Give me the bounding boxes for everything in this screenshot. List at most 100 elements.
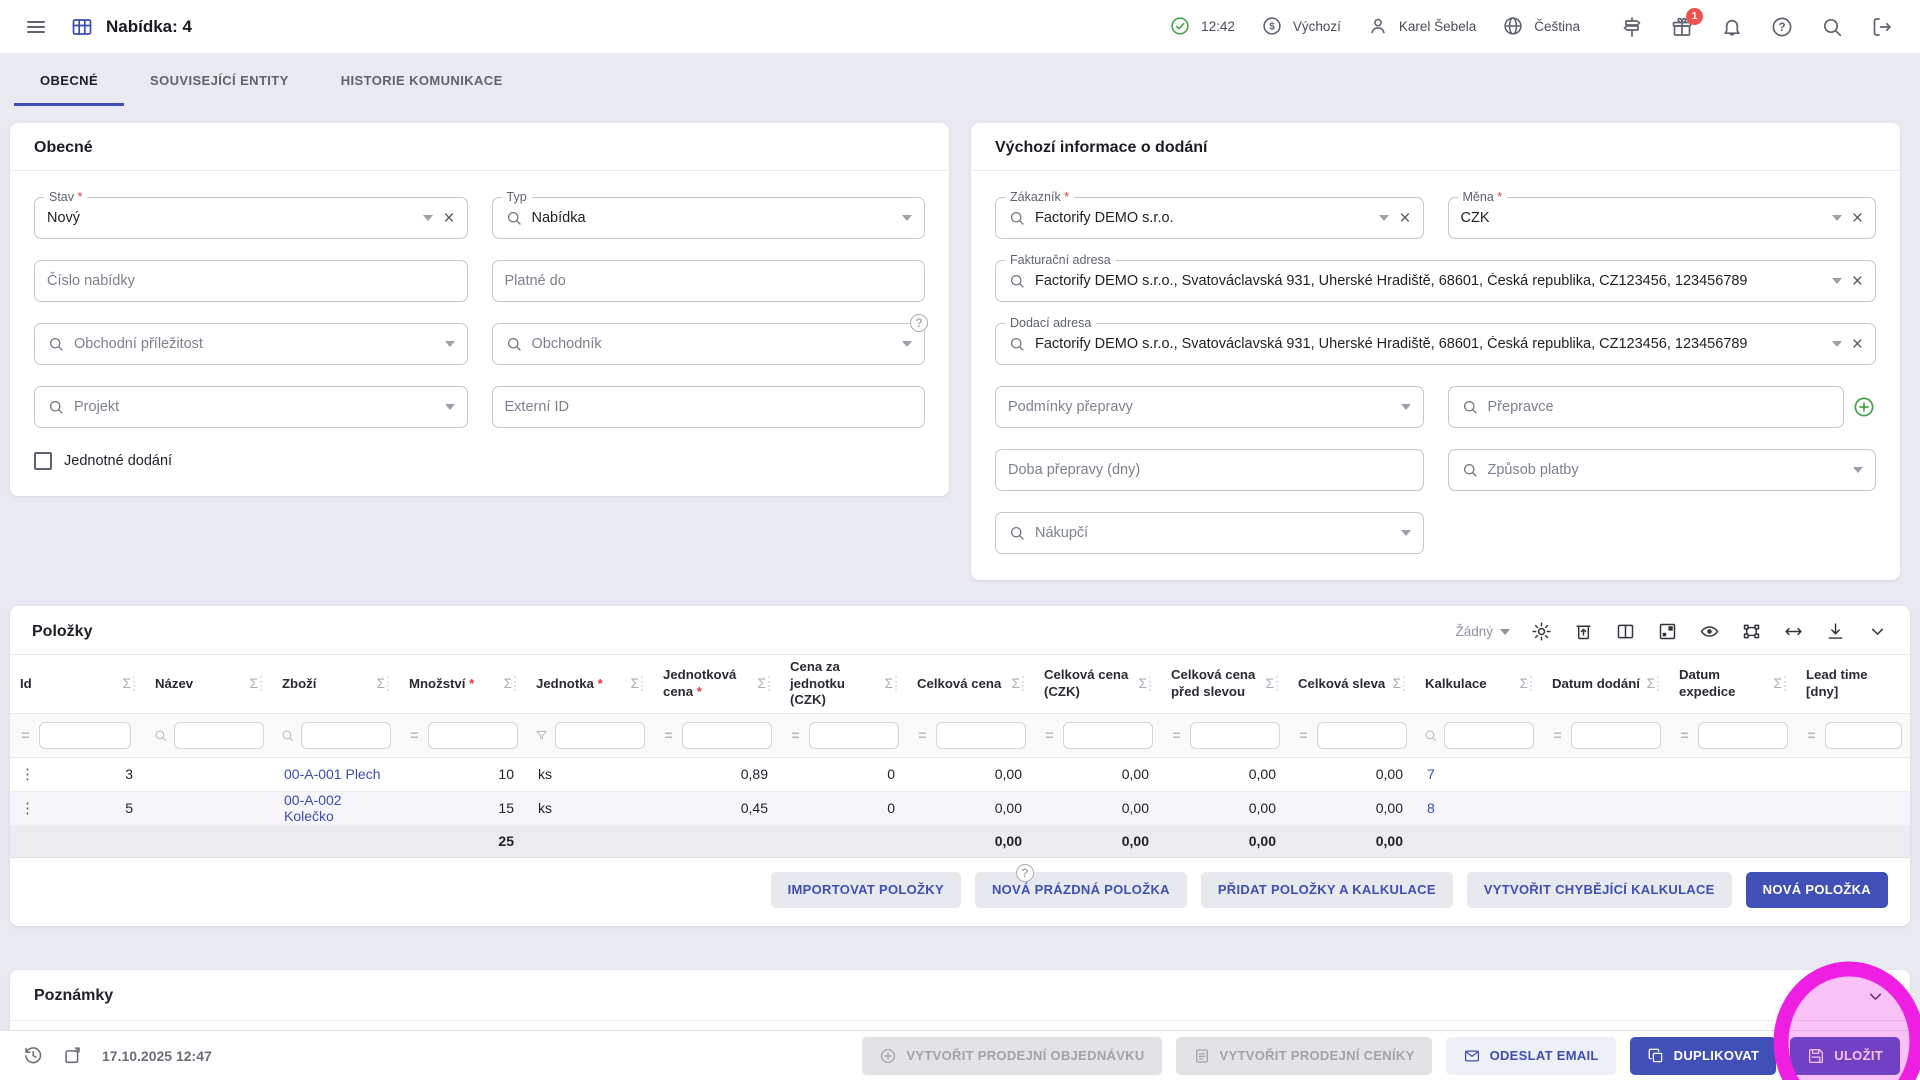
user-menu[interactable]: Karel Šebela — [1367, 15, 1476, 39]
sum-sigma-icon[interactable]: Σ — [1264, 676, 1278, 692]
chevron-down-icon[interactable] — [1379, 215, 1390, 221]
sum-sigma-icon[interactable]: Σ — [375, 676, 389, 692]
help-icon[interactable]: ? — [910, 314, 928, 332]
valid-until-field[interactable]: Platné do — [491, 260, 925, 302]
single-delivery-checkbox[interactable] — [34, 452, 52, 470]
tab-souvisejici-entity[interactable]: SOUVISEJÍCÍ ENTITY — [124, 54, 315, 106]
guidepost-icon[interactable] — [1620, 15, 1644, 39]
filter-input-celkova-cena[interactable] — [936, 721, 1026, 749]
chevron-down-icon[interactable] — [1831, 278, 1842, 284]
tab-historie-komunikace[interactable]: HISTORIE KOMUNIKACE — [315, 54, 529, 106]
clear-icon[interactable]: × — [1852, 272, 1863, 291]
create-sales-pricelists-button[interactable]: VYTVOŘIT PRODEJNÍ CENÍKY — [1175, 1036, 1432, 1075]
filter-input-datum-dodani[interactable] — [1571, 721, 1661, 749]
notifications-bell-icon[interactable] — [1720, 15, 1744, 39]
language-selector[interactable]: Čeština — [1502, 15, 1580, 39]
project-field[interactable]: Projekt — [34, 386, 468, 428]
transport-days-field[interactable]: Doba přepravy (dny) — [995, 449, 1424, 491]
sum-sigma-icon[interactable]: Σ — [502, 676, 516, 692]
clear-icon[interactable]: × — [1852, 209, 1863, 228]
fit-width-icon[interactable] — [1783, 621, 1804, 642]
filter-input-celkova-sleva[interactable] — [1317, 721, 1407, 749]
sync-status[interactable]: 12:42 — [1169, 15, 1235, 39]
duplicate-button[interactable]: DUPLIKOVAT — [1629, 1036, 1777, 1075]
filter-input-mnozstvi[interactable] — [428, 721, 518, 749]
row-menu-icon[interactable]: ⋮ — [20, 765, 35, 783]
chevron-down-icon[interactable] — [1400, 404, 1411, 410]
sum-sigma-icon[interactable]: Σ — [1518, 676, 1532, 692]
restore-window-icon[interactable] — [62, 1044, 86, 1068]
product-link[interactable]: 00-A-002 Kolečko — [284, 792, 342, 824]
chevron-down-icon[interactable] — [444, 404, 455, 410]
sum-sigma-icon[interactable]: Σ — [1137, 676, 1151, 692]
calculation-link[interactable]: 7 — [1427, 766, 1435, 782]
layout-contrast-icon[interactable] — [1657, 621, 1678, 642]
sum-sigma-icon[interactable]: Σ — [1391, 676, 1405, 692]
archive-restore-icon[interactable] — [1573, 621, 1594, 642]
shipping-address-field[interactable]: Dodací adresa Factorify DEMO s.r.o., Sva… — [995, 316, 1876, 365]
filter-input-lead-time[interactable] — [1825, 721, 1902, 749]
type-field[interactable]: Typ Nabídka — [491, 190, 925, 239]
chevron-down-icon[interactable] — [444, 341, 455, 347]
select-region-icon[interactable] — [1741, 621, 1762, 642]
add-carrier-icon[interactable] — [1852, 395, 1876, 419]
pricelist-selector[interactable]: $ Výchozí — [1261, 15, 1341, 39]
create-sales-order-button[interactable]: VYTVOŘIT PRODEJNÍ OBJEDNÁVKU — [862, 1036, 1162, 1075]
calculation-link[interactable]: 8 — [1427, 800, 1435, 816]
opportunity-field[interactable]: Obchodní příležitost — [34, 323, 468, 365]
chevron-down-icon[interactable] — [1831, 215, 1842, 221]
tab-obecne[interactable]: OBECNÉ — [14, 54, 125, 106]
filter-input-nazev[interactable] — [174, 721, 264, 749]
customer-field[interactable]: Zákazník * Factorify DEMO s.r.o. × — [995, 190, 1424, 239]
filter-input-datum-expedice[interactable] — [1698, 721, 1788, 749]
sum-sigma-icon[interactable]: Σ — [1010, 676, 1024, 692]
chevron-down-icon[interactable] — [423, 215, 434, 221]
sum-sigma-icon[interactable]: Σ — [756, 676, 770, 692]
send-email-button[interactable]: ODESLAT EMAIL — [1445, 1036, 1616, 1075]
collapse-chevron-icon[interactable] — [1865, 986, 1886, 1007]
sum-sigma-icon[interactable]: Σ — [629, 676, 643, 692]
save-button[interactable]: ULOŽIT — [1790, 1036, 1900, 1075]
filter-input-zbozi[interactable] — [301, 721, 391, 749]
buyer-field[interactable]: Nákupčí — [995, 512, 1424, 554]
filter-input-kalkulace[interactable] — [1444, 721, 1534, 749]
new-item-button[interactable]: NOVÁ POLOŽKA — [1745, 871, 1888, 908]
filter-input-id[interactable] — [39, 721, 131, 749]
split-columns-icon[interactable] — [1615, 621, 1636, 642]
filter-input-cena-za-jednotku[interactable] — [809, 721, 899, 749]
sum-sigma-icon[interactable]: Σ — [883, 676, 897, 692]
status-field[interactable]: Stav * Nový × — [34, 190, 468, 239]
filter-input-pred-slevou[interactable] — [1190, 721, 1280, 749]
clear-icon[interactable]: × — [1852, 335, 1863, 354]
chevron-down-icon[interactable] — [902, 215, 912, 221]
billing-address-field[interactable]: Fakturační adresa Factorify DEMO s.r.o.,… — [995, 253, 1876, 302]
gift-icon[interactable]: 1 — [1670, 7, 1703, 39]
sum-sigma-icon[interactable]: Σ — [121, 676, 135, 692]
row-menu-icon[interactable]: ⋮ — [20, 799, 35, 817]
carrier-field[interactable]: Přepravce — [1447, 386, 1844, 428]
chevron-down-icon[interactable] — [1831, 341, 1842, 347]
shipping-terms-field[interactable]: Podmínky přepravy — [995, 386, 1424, 428]
sum-sigma-icon[interactable]: Σ — [1645, 676, 1659, 692]
clear-icon[interactable]: × — [443, 209, 454, 228]
history-icon[interactable] — [22, 1044, 46, 1068]
filter-input-celkova-cena-czk[interactable] — [1063, 721, 1153, 749]
create-missing-calculations-button[interactable]: VYTVOŘIT CHYBĚJÍCÍ KALKULACE — [1466, 871, 1732, 908]
collapse-chevron-icon[interactable] — [1867, 621, 1888, 642]
chevron-down-icon[interactable] — [1853, 467, 1863, 473]
salesperson-field[interactable]: ? Obchodník — [491, 314, 928, 365]
chevron-down-icon[interactable] — [1400, 530, 1411, 536]
filter-input-jednotkova-cena[interactable] — [682, 721, 772, 749]
clear-icon[interactable]: × — [1399, 209, 1410, 228]
sum-sigma-icon[interactable]: Σ — [248, 676, 262, 692]
table-settings-gear-icon[interactable] — [1531, 621, 1552, 642]
payment-method-field[interactable]: Způsob platby — [1447, 449, 1876, 491]
sum-sigma-icon[interactable]: Σ — [1772, 676, 1786, 692]
hamburger-menu-icon[interactable] — [24, 15, 48, 39]
search-icon[interactable] — [1820, 15, 1844, 39]
help-icon[interactable]: ? — [1016, 864, 1034, 882]
help-icon[interactable]: ? — [1770, 15, 1794, 39]
currency-field[interactable]: Měna * CZK × — [1447, 190, 1876, 239]
offer-number-field[interactable]: Číslo nabídky — [34, 260, 468, 302]
new-empty-item-button[interactable]: NOVÁ PRÁZDNÁ POLOŽKA — [974, 871, 1187, 908]
